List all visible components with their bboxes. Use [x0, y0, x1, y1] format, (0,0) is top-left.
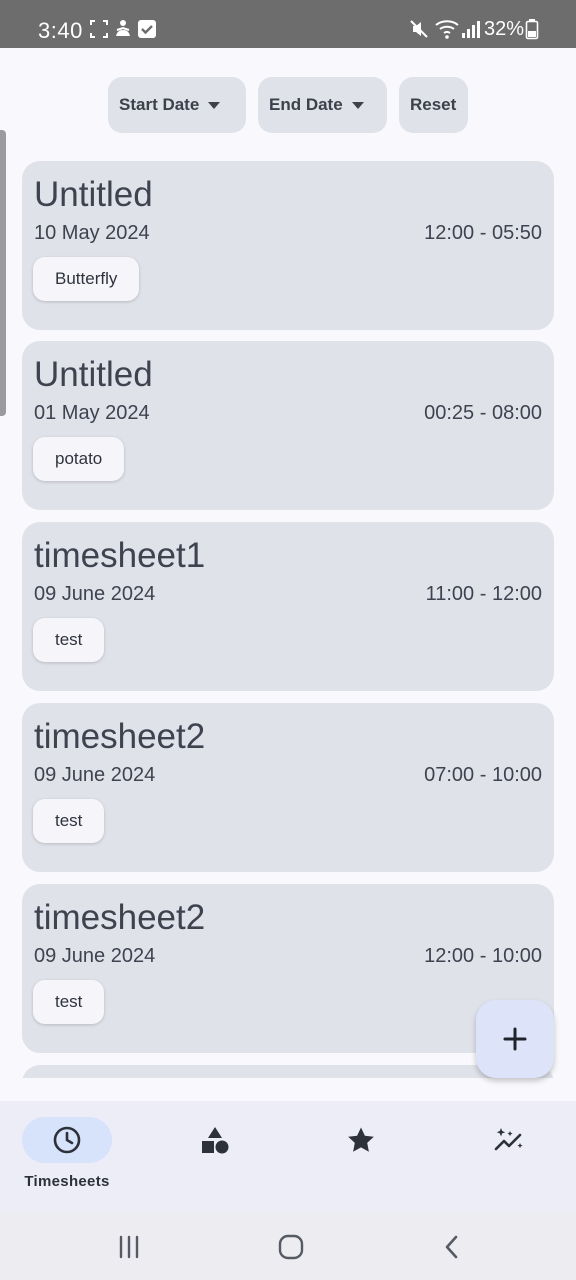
nav-timesheets[interactable]: Timesheets — [17, 1117, 117, 1197]
shapes-icon — [202, 1127, 229, 1154]
nav-categories[interactable] — [165, 1117, 265, 1197]
timesheet-tag[interactable]: test — [33, 980, 105, 1024]
timesheet-tag[interactable]: potato — [33, 437, 125, 481]
timesheet-date: 10 May 2024 — [34, 222, 150, 244]
reset-button[interactable]: Reset — [399, 77, 468, 133]
timesheet-tag[interactable]: test — [33, 799, 105, 843]
bottom-navigation: Timesheets — [0, 1101, 576, 1213]
recent-apps-icon — [119, 1235, 139, 1259]
system-navigation-bar — [0, 1213, 576, 1280]
start-date-button[interactable]: Start Date — [108, 77, 246, 133]
home-icon — [278, 1234, 304, 1260]
timesheet-card[interactable]: timesheet2 09 June 2024 07:00 - 10:00 te… — [22, 703, 554, 872]
timesheet-title: timesheet2 — [34, 717, 206, 756]
reset-label: Reset — [410, 95, 457, 114]
nav-insights[interactable] — [459, 1117, 559, 1197]
checkbox-icon — [138, 20, 156, 38]
timesheet-date: 09 June 2024 — [34, 764, 156, 786]
star-icon — [348, 1127, 374, 1152]
battery-percent: 32% — [484, 18, 525, 40]
end-date-label: End Date — [269, 95, 343, 114]
timesheet-time-range: 12:00 - 10:00 — [424, 945, 542, 967]
home-button[interactable] — [275, 1231, 307, 1263]
timesheet-card[interactable]: timesheet2 09 June 2024 12:00 - 10:00 te… — [22, 884, 554, 1053]
battery-icon — [525, 19, 539, 40]
timesheet-list[interactable]: Untitled 10 May 2024 12:00 - 05:50 Butte… — [0, 150, 576, 1078]
status-time: 3:40 — [38, 18, 83, 43]
start-date-label: Start Date — [119, 95, 200, 114]
nav-favorites[interactable] — [311, 1117, 411, 1197]
timesheet-card[interactable]: Untitled 01 May 2024 00:25 - 08:00 potat… — [22, 341, 554, 510]
wifi-icon — [435, 20, 459, 39]
timesheet-time-range: 00:25 - 08:00 — [424, 402, 542, 424]
dropdown-arrow-icon — [208, 101, 221, 109]
filter-row: Start Date End Date Reset — [0, 77, 576, 133]
timesheet-date: 09 June 2024 — [34, 583, 156, 605]
end-date-button[interactable]: End Date — [258, 77, 387, 133]
screenshot-frame-icon — [90, 20, 108, 38]
nav-favorites-pill — [316, 1117, 406, 1163]
timesheet-title: timesheet1 — [34, 536, 206, 575]
accessibility-icon — [116, 20, 130, 36]
timesheet-title: Untitled — [34, 355, 153, 394]
timesheet-tag[interactable]: Butterfly — [33, 257, 140, 301]
recent-apps-button[interactable] — [113, 1231, 145, 1263]
timesheet-time-range: 11:00 - 12:00 — [425, 583, 542, 605]
plus-icon — [503, 1027, 527, 1051]
status-bar: 3:40 32% — [0, 0, 576, 48]
timesheet-card[interactable]: timesheet1 09 June 2024 11:00 - 12:00 te… — [22, 522, 554, 691]
timesheet-time-range: 07:00 - 10:00 — [424, 764, 542, 786]
clock-icon — [53, 1126, 81, 1154]
timesheet-card-partial[interactable] — [22, 1065, 554, 1078]
mute-icon — [410, 20, 428, 38]
timesheet-title: timesheet2 — [34, 898, 206, 937]
nav-timesheets-label: Timesheets — [24, 1173, 110, 1190]
timesheet-date: 09 June 2024 — [34, 945, 156, 967]
timesheet-card[interactable]: Untitled 10 May 2024 12:00 - 05:50 Butte… — [22, 161, 554, 330]
signal-icon — [462, 21, 480, 38]
dropdown-arrow-icon — [351, 101, 364, 109]
back-icon — [445, 1235, 458, 1259]
sparkle-chart-icon — [494, 1128, 523, 1151]
timesheet-date: 01 May 2024 — [34, 402, 150, 424]
nav-categories-pill — [170, 1117, 260, 1163]
back-button[interactable] — [436, 1231, 468, 1263]
timesheet-time-range: 12:00 - 05:50 — [424, 222, 542, 244]
timesheet-tag[interactable]: test — [33, 618, 105, 662]
nav-insights-pill — [464, 1117, 554, 1163]
add-timesheet-button[interactable] — [476, 1000, 554, 1078]
timesheet-title: Untitled — [34, 175, 153, 214]
nav-active-indicator — [22, 1117, 112, 1163]
